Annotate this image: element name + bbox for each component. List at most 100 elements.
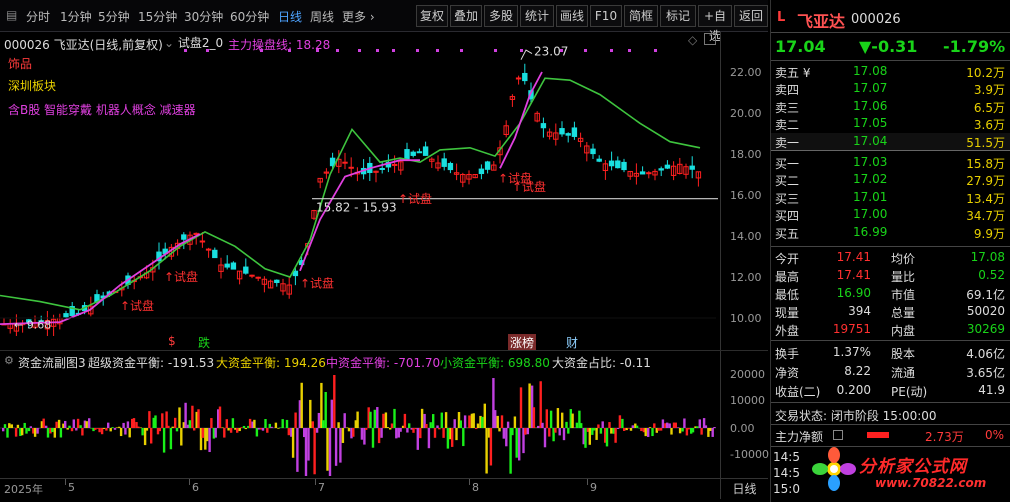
stat-row: 收益(二) 0.200 PE(动) 41.9 [771, 382, 1010, 399]
stat-value: 50020 [966, 304, 1005, 318]
event-marker-rank[interactable]: 涨榜 [508, 334, 537, 351]
candle [522, 72, 528, 82]
candle [639, 171, 646, 175]
flow-bar [55, 421, 58, 428]
flow-bar [277, 428, 280, 429]
period-tab-6[interactable]: 日线 [278, 8, 302, 25]
flow-axis-label: 20000 [730, 368, 765, 381]
flow-bar [201, 428, 204, 438]
flow-bar [691, 428, 695, 433]
diamond-icon[interactable]: ◇ [688, 33, 697, 47]
expand-icon[interactable] [833, 430, 843, 440]
signal-dot [184, 49, 187, 52]
toolbar-button-9[interactable]: 返回 [734, 5, 768, 27]
orderbook-price: 17.04 [853, 133, 888, 148]
flow-bar [16, 424, 20, 428]
candlestick-chart[interactable]: 23.07← 9.6815.82 - 15.93↑试盘↑试盘 ↑试盘↑试盘↑试盘↑… [0, 46, 768, 336]
menu-icon[interactable]: ▤ [6, 8, 17, 22]
orderbook-row[interactable]: 卖二 17.05 3.6万 [771, 115, 1010, 132]
flow-bar [66, 428, 69, 430]
flow-bar [174, 417, 177, 428]
orderbook-price: 17.06 [853, 98, 888, 113]
orderbook-row[interactable]: 买三 17.01 13.4万 [771, 189, 1010, 206]
candle [540, 123, 547, 129]
candle [274, 279, 280, 283]
flow-bar [377, 428, 381, 444]
trade-status: 交易状态: 闭市阶段 15:00:00 [775, 409, 937, 423]
toolbar-button-2[interactable]: 多股 [484, 5, 518, 27]
orderbook-level: 卖五 ¥ [775, 66, 811, 80]
toolbar-button-7[interactable]: 标记 [660, 5, 696, 27]
flow-bar [363, 428, 366, 445]
flow-bar [126, 421, 130, 428]
event-marker-finance[interactable]: 财 [566, 334, 578, 351]
flow-bar [33, 428, 37, 437]
fund-flow-chart[interactable] [0, 366, 768, 476]
toolbar-button-6[interactable]: 简框 [624, 5, 658, 27]
period-tab-5[interactable]: 60分钟 [230, 8, 269, 25]
flow-bar [429, 422, 432, 428]
toolbar-button-1[interactable]: 叠加 [450, 5, 482, 27]
orderbook-row[interactable]: 卖一 17.04 51.5万 [771, 132, 1010, 150]
window-icon[interactable] [704, 33, 716, 45]
orderbook-level: 买四 [775, 209, 800, 224]
orderbook-row[interactable]: 买四 17.00 34.7万 [771, 206, 1010, 223]
period-tab-0[interactable]: 分时 [26, 8, 50, 25]
candle [181, 234, 187, 240]
price-axis-label: 10.00 [730, 312, 762, 325]
flow-bar [132, 418, 136, 428]
period-tab-7[interactable]: 周线 [310, 8, 334, 25]
chart-toolbar: 分时 1分钟 5分钟 15分钟 30分钟 60分钟 日线 周线 更多 › ▤ 复权 叠加 多股 统计 画线… [0, 0, 768, 43]
signal-dot [336, 49, 339, 52]
candle [199, 240, 206, 243]
x-axis-period[interactable]: 日线 [720, 479, 768, 499]
last-price: 17.04 [775, 37, 826, 56]
candle [224, 263, 230, 268]
flow-bar [167, 425, 170, 428]
period-tab-3[interactable]: 15分钟 [138, 8, 177, 25]
x-axis-tick [189, 479, 190, 485]
flow-bar [528, 383, 531, 428]
flow-bar [373, 409, 376, 428]
trial-marker: ↑试盘 [120, 298, 154, 313]
event-marker-drop[interactable]: 跌 [198, 334, 210, 351]
flow-bar [51, 428, 54, 433]
flow-bar [475, 428, 478, 430]
flow-bar [485, 428, 488, 474]
orderbook-row[interactable]: 买二 17.02 27.9万 [771, 171, 1010, 188]
flow-bar [631, 425, 634, 428]
flow-bar [162, 428, 166, 453]
period-tab-8[interactable]: 更多 › [342, 8, 375, 25]
period-tab-1[interactable]: 1分钟 [60, 8, 92, 25]
flow-bar [659, 428, 663, 431]
flow-bar [554, 428, 557, 433]
toolbar-button-4[interactable]: 画线 [556, 5, 588, 27]
toolbar-button-0[interactable]: 复权 [416, 5, 448, 27]
flow-bar [496, 415, 499, 428]
x-axis-tick [315, 479, 316, 485]
period-tab-4[interactable]: 30分钟 [184, 8, 223, 25]
orderbook-row[interactable]: 卖三 17.06 6.5万 [771, 98, 1010, 115]
orderbook-row[interactable]: 卖五 ¥ 17.08 10.2万 [771, 63, 1010, 80]
candle [348, 166, 354, 169]
toolbar-button-8[interactable]: +自选 [698, 5, 732, 43]
flow-bar [296, 428, 299, 472]
flow-bar [389, 428, 392, 430]
orderbook-row[interactable]: 买一 17.03 15.8万 [771, 154, 1010, 171]
flow-bar [420, 408, 424, 428]
divider [771, 60, 1010, 61]
stat-label: 换手 [775, 347, 800, 361]
flow-bar [315, 428, 319, 433]
orderbook-row[interactable]: 卖四 17.07 3.9万 [771, 80, 1010, 97]
stat-label: 均价 [891, 252, 916, 266]
orderbook-row[interactable]: 买五 16.99 9.9万 [771, 224, 1010, 241]
toolbar-button-3[interactable]: 统计 [520, 5, 554, 27]
toolbar-button-5[interactable]: F10 [590, 5, 622, 27]
period-tab-2[interactable]: 5分钟 [98, 8, 130, 25]
stat-label: 收益(二) [775, 385, 821, 399]
flow-bar [399, 428, 402, 432]
event-marker-dividend[interactable]: $ [168, 334, 176, 348]
signal-dot [392, 49, 395, 52]
candle [590, 148, 596, 155]
flow-bar [687, 428, 690, 430]
